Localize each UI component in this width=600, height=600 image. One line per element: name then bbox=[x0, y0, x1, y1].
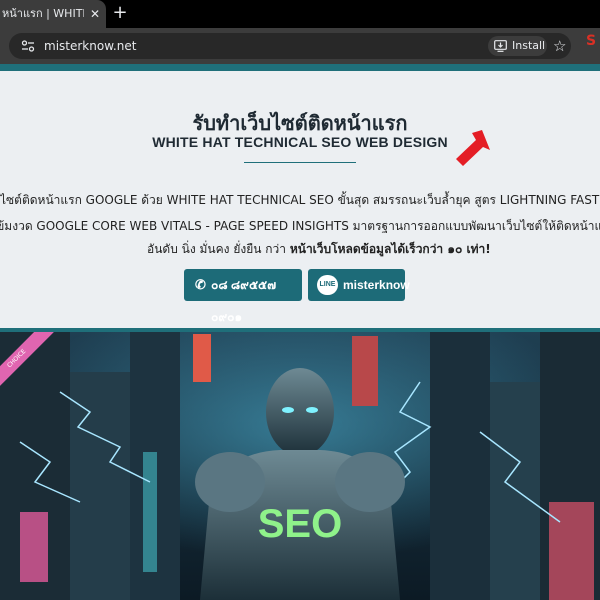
line-id: misterknow bbox=[343, 278, 410, 292]
install-button[interactable]: Install bbox=[488, 36, 547, 56]
phone-call-button[interactable]: ✆ ๐๘ ๘๙๕๕๗ ๐๙๐๑ bbox=[184, 269, 302, 324]
tab-title: หน้าแรก | WHITE H bbox=[2, 7, 84, 20]
close-tab-icon[interactable]: ✕ bbox=[90, 0, 100, 28]
line-app-icon: LINE bbox=[317, 275, 338, 295]
phone-icon: ✆ bbox=[195, 277, 206, 292]
hero-image: SEO CHOICE bbox=[0, 332, 600, 600]
install-label: Install bbox=[512, 39, 546, 52]
hero-seo-text: SEO bbox=[258, 502, 342, 546]
description-line-3: อันดับ นิ่ง มั่นคง ยั่งยืน กว่า หน้าเว็บ… bbox=[147, 240, 491, 259]
install-app-icon bbox=[494, 40, 507, 52]
new-tab-button[interactable]: + bbox=[112, 0, 128, 26]
address-bar[interactable]: misterknow.net Install ☆ bbox=[9, 33, 571, 59]
description-highlight: หน้าเว็บโหลดข้อมูลได้เร็วกว่า ๑๐ เท่า! bbox=[289, 242, 491, 256]
description-line-1: ไซต์ติดหน้าแรก GOOGLE ด้วย WHITE HAT TEC… bbox=[0, 193, 600, 207]
line-contact-button[interactable]: LINE misterknow bbox=[308, 269, 410, 301]
header-strip bbox=[0, 64, 600, 71]
title-divider bbox=[244, 162, 356, 163]
url-text: misterknow.net bbox=[44, 39, 137, 53]
tab-strip: หน้าแรก | WHITE H ✕ + bbox=[0, 0, 600, 28]
bookmark-star-icon[interactable]: ☆ bbox=[553, 35, 566, 57]
hero-illustration: SEO bbox=[0, 332, 600, 600]
description-line-2: เข้มงวด GOOGLE CORE WEB VITALS - PAGE SP… bbox=[0, 219, 600, 233]
extension-icon[interactable]: S bbox=[586, 33, 596, 49]
site-settings-icon[interactable] bbox=[21, 39, 35, 53]
active-tab[interactable]: หน้าแรก | WHITE H ✕ bbox=[0, 0, 106, 28]
browser-toolbar: misterknow.net Install ☆ S bbox=[0, 28, 600, 64]
description-text: อันดับ นิ่ง มั่นคง ยั่งยืน กว่า bbox=[147, 242, 290, 256]
phone-number: ๐๘ ๘๙๕๕๗ ๐๙๐๑ bbox=[211, 278, 277, 324]
web-page: รับทำเว็บไซต์ติดหน้าแรก WHITE HAT TECHNI… bbox=[0, 64, 600, 600]
page-subtitle: WHITE HAT TECHNICAL SEO WEB DESIGN bbox=[152, 134, 448, 150]
